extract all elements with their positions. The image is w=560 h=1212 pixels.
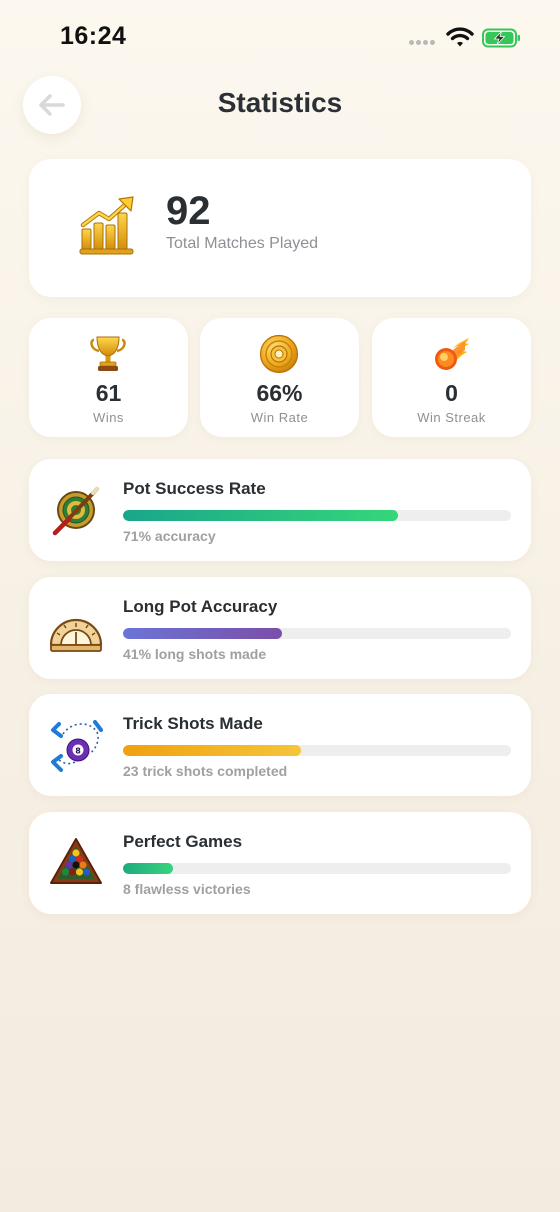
pot-success-subtitle: 71% accuracy [123, 528, 216, 544]
total-matches-value: 92 [166, 189, 211, 233]
trophy-icon [90, 336, 126, 371]
pot-success-progress-fill [123, 510, 399, 521]
trick-shots-progress-fill [123, 745, 302, 756]
rising-bar-chart-icon [79, 196, 134, 255]
wins-card: 61 Wins [29, 318, 188, 437]
perfect-games-title: Perfect Games [123, 832, 243, 851]
perfect-games-progress-bar [123, 863, 511, 874]
target-cue-icon [52, 487, 99, 536]
long-pot-progress-bar [123, 628, 511, 639]
wins-value: 61 [95, 380, 122, 406]
ball-rack-icon [50, 838, 102, 884]
fireball-icon [435, 338, 469, 370]
perfect-games-card: Perfect Games 8 flawless victories [29, 812, 531, 914]
long-pot-title: Long Pot Accuracy [123, 597, 278, 616]
win-rate-value: 66% [256, 380, 303, 406]
win-rate-label: Win Rate [250, 410, 309, 425]
win-streak-label: Win Streak [417, 410, 486, 425]
battery-charging-icon [482, 28, 520, 48]
total-matches-label: Total Matches Played [166, 235, 319, 252]
win-streak-card: 0 Win Streak [372, 318, 531, 437]
long-pot-progress-fill [123, 628, 283, 639]
perfect-games-subtitle: 8 flawless victories [123, 881, 251, 897]
long-pot-subtitle: 41% long shots made [123, 646, 267, 662]
eight-ball-trick-icon: 8 [51, 720, 103, 772]
win-streak-value: 0 [445, 380, 458, 406]
pot-success-card: Pot Success Rate 71% accuracy [29, 459, 531, 561]
long-pot-card: Long Pot Accuracy 41% long shots made [29, 577, 531, 679]
page-title: Statistics [217, 87, 343, 118]
status-bar: 16:24 [0, 0, 560, 70]
trick-shots-progress-bar [123, 745, 511, 756]
wins-label: Wins [93, 410, 124, 425]
perfect-games-progress-fill [123, 863, 174, 874]
cellular-signal-icon [409, 40, 437, 46]
svg-text:8: 8 [75, 747, 81, 756]
wifi-icon [446, 27, 474, 47]
total-matches-card: 92 Total Matches Played [29, 159, 531, 297]
gold-medal-icon [259, 334, 299, 374]
win-rate-card: 66% Win Rate [200, 318, 359, 437]
trick-shots-card: 8 Trick Shots Made 23 trick shots comple… [29, 694, 531, 796]
pot-success-progress-bar [123, 510, 511, 521]
pot-success-title: Pot Success Rate [123, 479, 266, 498]
status-time: 16:24 [60, 22, 127, 50]
trick-shots-subtitle: 23 trick shots completed [123, 763, 288, 779]
protractor-icon [49, 618, 103, 652]
trick-shots-title: Trick Shots Made [123, 714, 263, 733]
